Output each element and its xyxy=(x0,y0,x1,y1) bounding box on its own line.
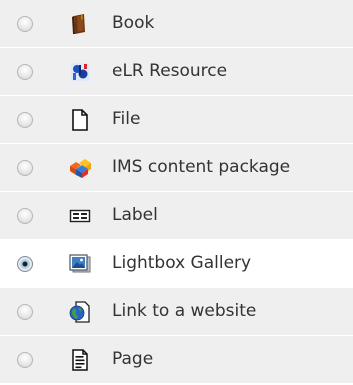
ims-package-icon xyxy=(68,156,92,180)
label-ims-content-package: IMS content package xyxy=(112,157,291,177)
elr-resource-icon xyxy=(68,60,92,84)
label-file: File xyxy=(112,109,141,129)
radio-button-page[interactable] xyxy=(17,352,33,368)
globe-icon xyxy=(68,300,92,324)
list-item-file[interactable]: File xyxy=(0,96,353,144)
radio-button-lightbox-gallery[interactable] xyxy=(17,256,33,272)
label-page: Page xyxy=(112,349,154,369)
list-item-elr-resource[interactable]: eLR Resource xyxy=(0,48,353,96)
page-icon xyxy=(68,348,92,372)
label-book: Book xyxy=(112,13,155,33)
list-item-book[interactable]: Book xyxy=(0,0,353,48)
radio-button-elr-resource[interactable] xyxy=(17,64,33,80)
label-elr-resource: eLR Resource xyxy=(112,61,228,81)
radio-button-file[interactable] xyxy=(17,112,33,128)
radio-button-ims-content-package[interactable] xyxy=(17,160,33,176)
gallery-icon xyxy=(68,252,92,276)
list-item-link-to-a-website[interactable]: Link to a website xyxy=(0,288,353,336)
file-icon xyxy=(68,108,92,132)
list-item-page[interactable]: Page xyxy=(0,336,353,384)
book-icon xyxy=(68,12,92,36)
list-item-lightbox-gallery[interactable]: Lightbox Gallery xyxy=(0,240,353,288)
activity-type-list: Book eLR Resource File IMS content packa… xyxy=(0,0,353,385)
list-item-label[interactable]: Label xyxy=(0,192,353,240)
radio-button-label[interactable] xyxy=(17,208,33,224)
list-item-ims-content-package[interactable]: IMS content package xyxy=(0,144,353,192)
radio-button-link-to-a-website[interactable] xyxy=(17,304,33,320)
label-link-to-a-website: Link to a website xyxy=(112,301,257,321)
label-lightbox-gallery: Lightbox Gallery xyxy=(112,253,252,273)
label-label: Label xyxy=(112,205,158,225)
radio-button-book[interactable] xyxy=(17,16,33,32)
label-icon xyxy=(68,204,92,228)
